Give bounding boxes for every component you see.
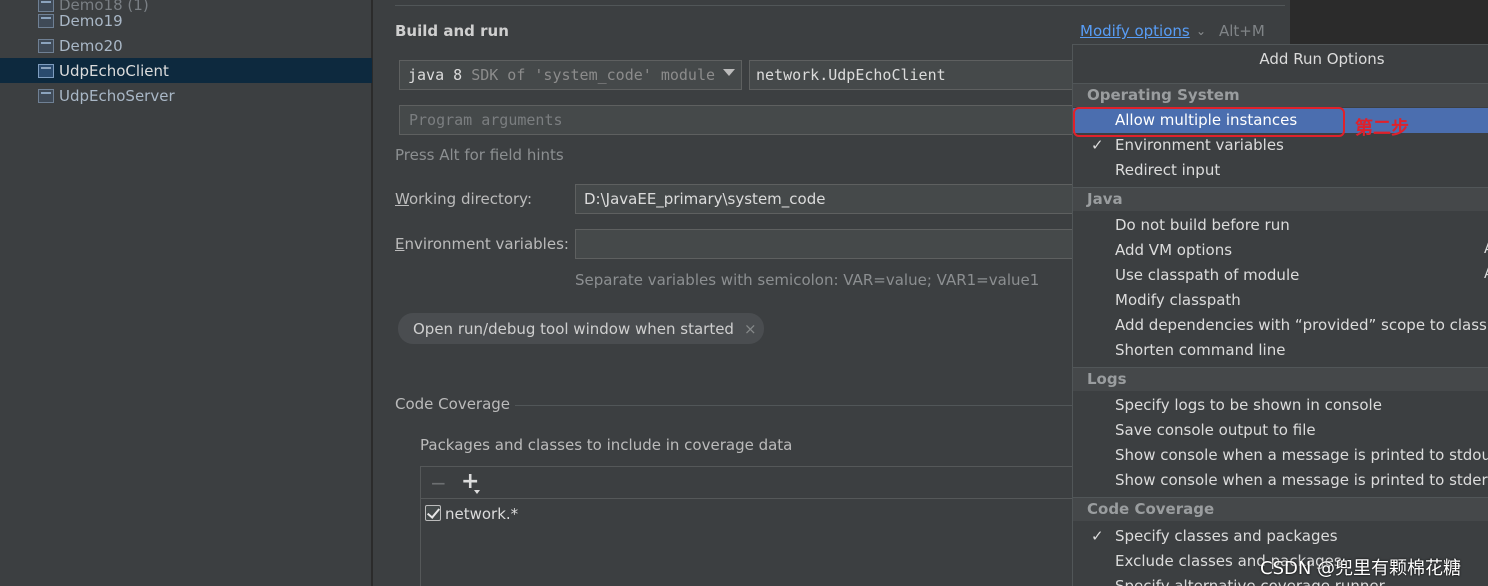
field-hints-text: Press Alt for field hints (395, 146, 564, 164)
environment-variables-hint: Separate variables with semicolon: VAR=v… (575, 271, 1040, 289)
class-icon (38, 13, 54, 28)
shortcut-hint-fragment: A (1484, 266, 1488, 282)
jdk-detail: SDK of 'system_code' module (471, 66, 716, 84)
mnemonic: W (395, 190, 409, 208)
option-specify-logs[interactable]: Specify logs to be shown in console (1073, 393, 1488, 418)
option-redirect-input[interactable]: Redirect input (1073, 158, 1488, 183)
class-icon (38, 63, 54, 78)
popup-title: Add Run Options (1259, 50, 1385, 68)
option-use-classpath[interactable]: Use classpath of module (1073, 263, 1488, 288)
build-run-title: Build and run (395, 22, 509, 40)
option-shorten-command-line[interactable]: Shorten command line (1073, 338, 1488, 363)
tree-item-label: UdpEchoClient (59, 61, 169, 80)
option-label: Add VM options (1115, 241, 1233, 259)
divider (395, 5, 1285, 6)
open-tool-window-chip[interactable]: Open run/debug tool window when started … (398, 313, 764, 344)
working-directory-label: Working directory: (395, 190, 532, 208)
jdk-select[interactable]: java 8 SDK of 'system_code' module (399, 60, 742, 90)
working-directory-input[interactable]: D:\JavaEE_primary\system_code (575, 184, 1079, 214)
group-logs: Logs (1073, 367, 1488, 391)
code-coverage-title: Code Coverage (395, 395, 511, 413)
option-do-not-build[interactable]: Do not build before run (1073, 213, 1488, 238)
modify-options-label: Modify options (1080, 22, 1190, 40)
tree-item-demo20[interactable]: Demo20 (0, 33, 372, 58)
option-specify-classes[interactable]: ✓ Specify classes and packages (1073, 524, 1488, 549)
option-label: Show console when a message is printed t… (1115, 446, 1488, 464)
label-text: nvironment variables: (404, 235, 569, 253)
tree-item-udpechoserver[interactable]: UdpEchoServer (0, 83, 372, 108)
group-code-coverage: Code Coverage (1073, 497, 1488, 521)
option-label: Do not build before run (1115, 216, 1290, 234)
tree-item-label: UdpEchoServer (59, 86, 175, 105)
packages-label: Packages and classes to include in cover… (420, 436, 793, 454)
tree-item-udpechoclient[interactable]: UdpEchoClient (0, 58, 372, 83)
shortcut-hint-fragment: A (1484, 241, 1488, 257)
option-show-console-stdout[interactable]: Show console when a message is printed t… (1073, 443, 1488, 468)
annotation-highlight-box (1073, 107, 1345, 137)
group-java: Java (1073, 187, 1488, 211)
program-arguments-input[interactable]: Program arguments (399, 105, 1079, 135)
modify-options-shortcut: Alt+M (1219, 22, 1265, 40)
option-label: Save console output to file (1115, 421, 1316, 439)
close-icon[interactable]: × (744, 320, 757, 338)
class-icon (38, 88, 54, 103)
label-text: orking directory: (408, 190, 533, 208)
tree-item-label: Demo19 (59, 11, 123, 30)
environment-variables-input[interactable] (575, 229, 1079, 259)
main-class-input[interactable]: network.UdpEchoClient (749, 60, 1079, 90)
tree-item-label: Demo20 (59, 36, 123, 55)
package-checkbox[interactable] (425, 505, 441, 521)
option-add-dependencies[interactable]: Add dependencies with “provided” scope t… (1073, 313, 1488, 338)
package-item: network.* (445, 505, 519, 523)
dropdown-arrow-icon (723, 69, 735, 76)
option-save-console-output[interactable]: Save console output to file (1073, 418, 1488, 443)
modify-options-link[interactable]: Modify options (1080, 22, 1190, 40)
jdk-value: java 8 (408, 66, 463, 84)
option-add-vm-options[interactable]: Add VM options (1073, 238, 1488, 263)
environment-variables-label: Environment variables: (395, 235, 569, 253)
option-label: Shorten command line (1115, 341, 1286, 359)
chip-label: Open run/debug tool window when started (413, 319, 734, 338)
class-icon (38, 38, 54, 53)
option-label: Use classpath of module (1115, 266, 1300, 284)
watermark: CSDN @兜里有颗棉花糖 (1260, 558, 1462, 579)
option-modify-classpath[interactable]: Modify classpath (1073, 288, 1488, 313)
packages-toolbar (421, 467, 1079, 499)
project-tree: Demo18 (1) Demo19 Demo20 UdpEchoClient U… (0, 0, 372, 586)
tree-item-demo19[interactable]: Demo19 (0, 8, 372, 33)
dropdown-arrow-icon (474, 490, 480, 494)
option-label: Modify classpath (1115, 291, 1241, 309)
annotation-step-label: 第二步 (1355, 118, 1409, 139)
checkmark-icon: ✓ (1091, 527, 1104, 545)
option-label: Redirect input (1115, 161, 1221, 179)
option-show-console-stderr[interactable]: Show console when a message is printed t… (1073, 468, 1488, 493)
option-label: Specify classes and packages (1115, 527, 1338, 545)
chevron-down-icon[interactable]: ⌄ (1196, 24, 1206, 38)
option-label: Add dependencies with “provided” scope t… (1115, 316, 1488, 334)
group-operating-system: Operating System (1073, 83, 1488, 107)
divider (515, 405, 1075, 406)
remove-icon[interactable]: − (430, 471, 447, 495)
option-label: Show console when a message is printed t… (1115, 471, 1488, 489)
option-label: Specify logs to be shown in console (1115, 396, 1382, 414)
option-label: Environment variables (1115, 136, 1284, 154)
